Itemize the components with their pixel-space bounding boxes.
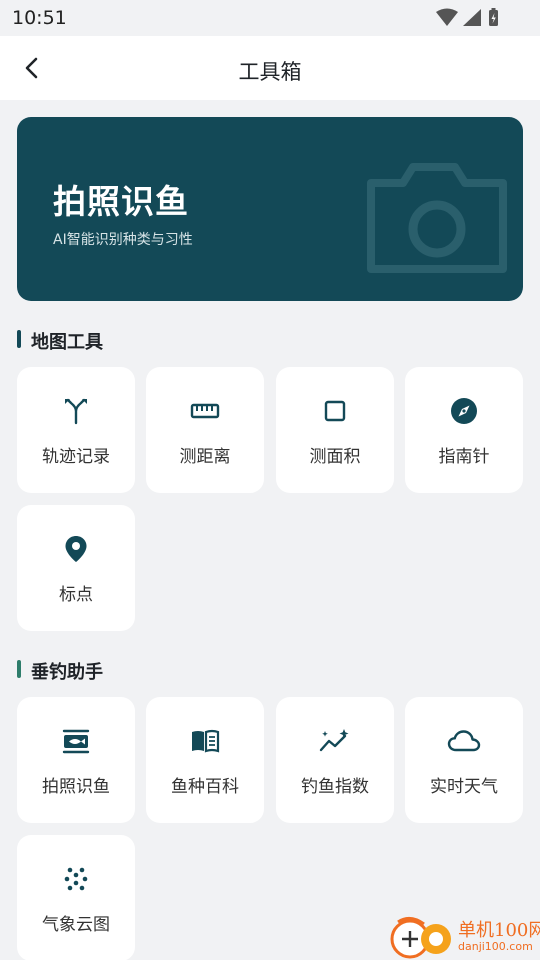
nav-bar: 工具箱 [0, 36, 540, 100]
compass-icon [451, 398, 477, 424]
camera-icon [367, 163, 507, 273]
tool-label: 鱼种百科 [171, 777, 239, 797]
tool-mark-point[interactable]: 标点 [17, 505, 135, 631]
page-title: 工具箱 [238, 60, 302, 84]
section-accent-bar [17, 660, 21, 678]
battery-icon [489, 8, 498, 26]
square-outline-icon [324, 400, 346, 422]
tool-fish-identify[interactable]: 拍照识鱼 [17, 697, 135, 823]
status-time: 10:51 [12, 7, 67, 29]
tool-label: 测距离 [179, 447, 231, 467]
watermark-logo [390, 917, 451, 959]
tool-fish-encyclopedia[interactable]: 鱼种百科 [146, 697, 264, 823]
tool-label: 钓鱼指数 [301, 777, 369, 797]
tool-measure-area[interactable]: 测面积 [276, 367, 394, 493]
tool-label: 测面积 [309, 447, 361, 467]
cloud-icon [447, 730, 481, 752]
wifi-icon [436, 8, 458, 26]
ruler-icon [190, 403, 220, 419]
trend-sparkle-icon [319, 729, 349, 752]
watermark-text: 单机100网 [458, 920, 540, 941]
tool-label: 标点 [59, 585, 93, 605]
tool-label: 实时天气 [430, 777, 498, 797]
banner-subtitle: AI智能识别种类与习性 [53, 232, 193, 248]
section-accent-bar [17, 330, 21, 348]
tool-fishing-index[interactable]: 钓鱼指数 [276, 697, 394, 823]
tool-label: 拍照识鱼 [42, 777, 110, 797]
status-icons [436, 8, 500, 28]
book-open-icon [192, 729, 220, 753]
tool-live-weather[interactable]: 实时天气 [405, 697, 523, 823]
tool-compass[interactable]: 指南针 [405, 367, 523, 493]
map-pin-icon [65, 536, 87, 562]
route-split-icon [65, 398, 87, 425]
tool-label: 指南针 [438, 447, 490, 467]
section-header-fishing-assistant: 垂钓助手 [17, 658, 217, 683]
tool-label: 气象云图 [42, 915, 110, 935]
tool-measure-distance[interactable]: 测距离 [146, 367, 264, 493]
tool-track-record[interactable]: 轨迹记录 [17, 367, 135, 493]
section-header-map-tools: 地图工具 [17, 328, 217, 353]
watermark: 单机100网 danji100.com [388, 914, 540, 960]
section-title: 垂钓助手 [31, 662, 103, 683]
dots-pattern-icon [64, 867, 88, 891]
watermark-url: danji100.com [458, 940, 533, 953]
banner-title: 拍照识鱼 [53, 182, 189, 221]
fish-scan-icon [62, 729, 90, 754]
fish-identify-banner[interactable]: 拍照识鱼 AI智能识别种类与习性 [17, 117, 523, 301]
tool-label: 轨迹记录 [42, 447, 110, 467]
status-bar: 10:51 [0, 0, 540, 36]
section-title: 地图工具 [31, 332, 103, 353]
signal-icon [463, 9, 481, 26]
tool-weather-cloud-map[interactable]: 气象云图 [17, 835, 135, 960]
